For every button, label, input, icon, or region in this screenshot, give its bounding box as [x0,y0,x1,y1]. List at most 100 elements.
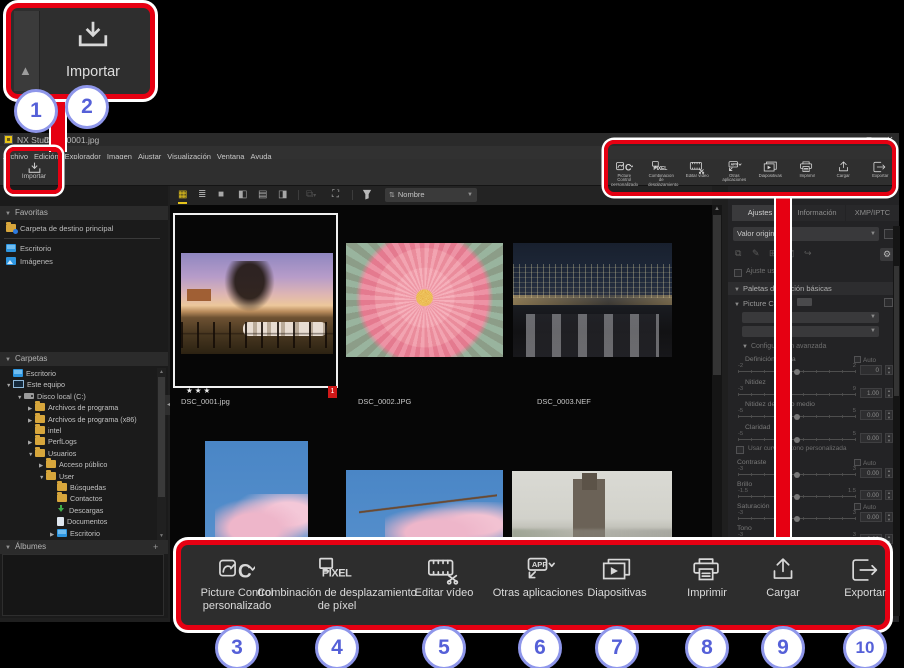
tree-item-user[interactable]: ▼User [0,471,156,482]
thumbnail-image-post[interactable] [512,471,672,550]
tree-item-label: Archivos de programa [48,403,118,412]
multi-view-icon[interactable]: ▤ [258,188,267,202]
star-rating[interactable]: ★★★ [186,386,212,395]
favorite-item-images[interactable]: Imágenes [0,255,160,268]
add-album-button[interactable]: + [153,540,158,554]
tree-item-acceso-p-blico[interactable]: ▶Acceso público [0,459,156,470]
slider-handle[interactable] [794,494,800,500]
thumbnail-filename[interactable]: DSC_0001.jpg [181,397,230,406]
slider-stepper[interactable]: ▲▼ [885,512,893,522]
filter-icon[interactable] [362,189,372,205]
slider-value[interactable]: 0 [860,365,882,375]
slider-stepper[interactable]: ▲▼ [885,410,893,420]
grid-view-icon[interactable]: ▦ [178,188,187,204]
slider-value[interactable]: 0.00 [860,490,882,500]
thumbnail-image-dsc-0001[interactable] [181,253,333,354]
sort-dropdown[interactable]: ⇅Nombre▼ [385,188,477,202]
thumbnail-image-dsc-0002[interactable] [346,243,503,357]
callout-number-5: 5 [422,626,466,668]
slider-handle[interactable] [794,516,800,522]
import-expand-strip: ▲ [14,11,40,91]
favorites-header[interactable]: ▼Favoritas [0,206,168,220]
favorite-item-desktop[interactable]: Escritorio [0,242,160,255]
tree-item-este-equipo[interactable]: ▼Este equipo [0,379,156,390]
picture-control-checkbox[interactable] [884,298,893,307]
adjust-using-checkbox[interactable] [734,269,742,277]
thumbnail-image-blossom-branch[interactable] [346,470,503,550]
sidebar: ▼Favoritas Carpeta de destino principal … [0,186,168,618]
sort-direction-icon: ⇅ [389,192,395,199]
slider-value[interactable]: 1.00 [860,388,882,398]
auto-checkbox[interactable]: Auto [854,356,876,364]
tree-item-escritorio[interactable]: Escritorio [0,368,156,379]
tree-item-usuarios[interactable]: ▼Usuarios [0,448,156,459]
redo-tool-icon[interactable]: ↪ [804,248,812,259]
albums-header[interactable]: ▼Álbumes+ [0,540,168,554]
slider-handle[interactable] [794,369,800,375]
tree-item-descargas[interactable]: Descargas [0,505,156,516]
brush-tool-icon[interactable]: ✎ [752,248,760,259]
tree-item-disco-local-c-[interactable]: ▼Disco local (C:) [0,391,156,402]
tab-xmp-iptc[interactable]: XMP/IPTC [846,205,899,221]
picture-control-icon: C [219,555,255,585]
slider-value[interactable]: 0.00 [860,433,882,443]
expander-closed-icon[interactable]: ▶ [50,530,57,540]
picture-control-dropdown-1[interactable]: ▼ [742,312,879,323]
auto-checkbox[interactable]: Auto [854,503,876,511]
slider-value[interactable]: 0.00 [860,410,882,420]
slider-max: 1.5 [840,488,856,494]
toolbar-button-label: Diapositivas [567,587,667,600]
thumbnail-image-blossom-portrait[interactable] [205,441,308,545]
desktop-icon [6,244,16,252]
tree-scrollbar[interactable]: ▲ ▼ [157,368,166,540]
palettes-section-header[interactable]: ▼Paletas de edición básicas [728,282,899,295]
slider-nitidez: Nitidez-391.00▲▼ [728,379,899,401]
picture-control-dropdown-2[interactable]: ▼ [742,326,879,337]
tree-item-b-squedas[interactable]: Búsquedas [0,482,156,493]
slider-handle[interactable] [794,437,800,443]
slider-value[interactable]: 0.00 [860,468,882,478]
slider-stepper[interactable]: ▲▼ [885,365,893,375]
desktop-icon [13,369,23,377]
callout-import-button [6,147,62,194]
import-icon-large [77,20,109,49]
auto-checkbox[interactable]: Auto [854,459,876,467]
crop-tool-icon[interactable]: ⧉ [735,248,741,259]
slider-stepper[interactable]: ▲▼ [885,433,893,443]
slider-min: -3 [738,532,743,538]
picture-control-section-header[interactable]: ▼Picture Control [734,298,812,308]
slider-handle[interactable] [794,472,800,478]
compare-icon[interactable]: ⧉▾ [306,188,316,203]
folders-header[interactable]: ▼Carpetas [0,352,168,366]
slider-handle[interactable] [794,414,800,420]
tree-item-label: User [59,472,74,481]
slider-stepper[interactable]: ▲▼ [885,388,893,398]
tree-item-documentos[interactable]: Documentos [0,516,156,527]
version-dropdown[interactable]: Valor original▼ [733,227,879,241]
tone-curve-checkbox[interactable] [736,446,744,454]
split-view-icon[interactable]: ◧ [238,188,247,202]
thumbnail-filename[interactable]: DSC_0003.NEF [537,397,591,406]
filmstrip-view-icon[interactable]: ◨ [278,188,287,202]
slider-track[interactable] [738,394,856,395]
list-view-icon[interactable]: ≣ [198,188,206,202]
slider-stepper[interactable]: ▲▼ [885,468,893,478]
tree-item-contactos[interactable]: Contactos [0,493,156,504]
tree-item-archivos-de-programa[interactable]: ▶Archivos de programa [0,402,156,413]
tree-item-perflogs[interactable]: ▶PerfLogs [0,436,156,447]
thumbnail-filename[interactable]: DSC_0002.JPG [358,397,411,406]
tab-informacion[interactable]: Información [789,205,845,221]
slider-value[interactable]: 0.00 [860,512,882,522]
tree-item-archivos-de-programa-x86-[interactable]: ▶Archivos de programa (x86) [0,414,156,425]
folder-icon [57,494,67,502]
folder-icon [35,449,45,457]
slider-stepper[interactable]: ▲▼ [885,490,893,500]
gear-icon[interactable]: ⚙ [880,248,894,261]
tree-item-intel[interactable]: intel [0,425,156,436]
svg-text:APP: APP [532,560,548,569]
single-view-icon[interactable]: ■ [218,188,224,202]
thumbnail-image-dsc-0003[interactable] [513,243,672,357]
tree-item-escritorio[interactable]: ▶Escritorio [0,528,156,539]
favorite-item-target-folder[interactable]: Carpeta de destino principal [0,222,160,235]
fit-screen-icon[interactable]: ⛶ [332,188,339,202]
